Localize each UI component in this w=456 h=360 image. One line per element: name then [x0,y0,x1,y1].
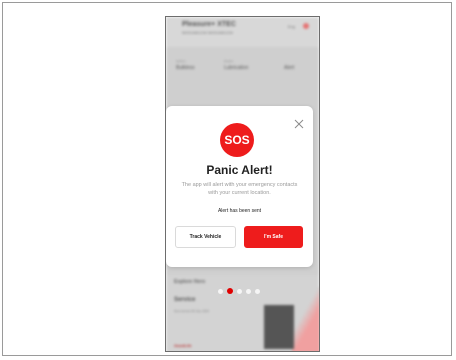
modal-message: The app will alert with your emergency c… [181,182,298,196]
im-safe-button[interactable]: I'm Safe [244,226,303,248]
close-icon[interactable] [293,118,305,130]
sos-badge: SOS [220,123,254,157]
stat-engine: Engine Lubrication [224,59,249,71]
brand-logo: GoodLife [174,343,192,348]
language-label[interactable]: Eng [288,24,295,29]
modal-title: Panic Alert! [206,163,273,177]
vehicle-subtitle: MH01AB1234 MH01AB1234 [182,30,233,35]
track-vehicle-button[interactable]: Track Vehicle [175,226,236,248]
promo-graphic [292,287,319,351]
stat-alert: Alert [284,65,295,71]
pager-dot[interactable] [237,288,242,294]
pager-dot[interactable] [255,288,260,294]
stat-ignition: Ignition Bulkless [176,59,195,71]
panic-alert-modal: SOS Panic Alert! The app will alert with… [166,106,313,267]
vehicle-status-row: Ignition Bulkless Engine Lubrication Ale… [166,53,319,83]
notification-icon[interactable] [303,23,309,29]
phone-screen: Pleasure+ XTEC MH01AB1234 MH01AB1234 Eng… [165,16,320,352]
carousel-pager [218,288,260,294]
explore-title: Explore Hero [174,279,206,285]
app-header: Pleasure+ XTEC MH01AB1234 MH01AB1234 Eng [166,17,319,47]
pager-dot[interactable] [218,288,223,294]
service-image [264,305,294,349]
vehicle-title: Pleasure+ XTEC [182,21,236,28]
service-title: Service [174,297,196,303]
service-subtitle: Next service 09 July, 2023 [174,309,209,313]
alert-status-text: Alert has been sent [217,208,262,214]
pager-dot-active[interactable] [227,288,233,294]
pager-dot[interactable] [246,288,251,294]
